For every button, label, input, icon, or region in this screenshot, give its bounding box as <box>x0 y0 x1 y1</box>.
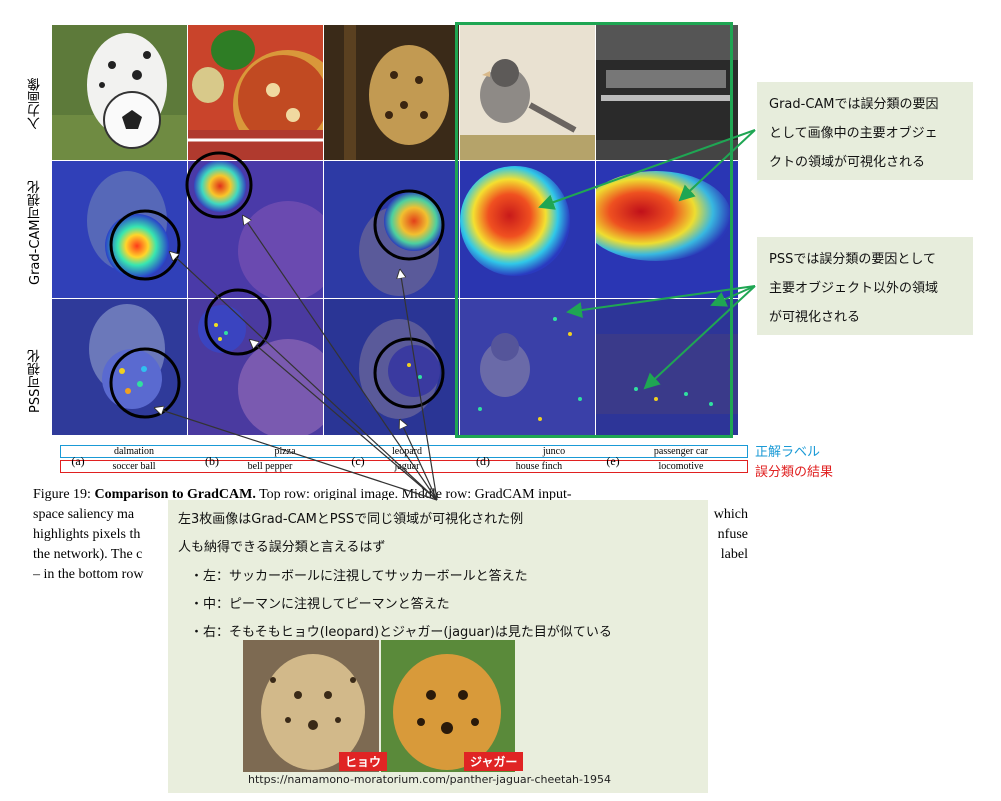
caption-line3-right: nfuse <box>717 527 748 542</box>
row-label-input: 入力画像 <box>28 78 43 130</box>
true-label-a: dalmation <box>114 446 154 457</box>
caption-line3-left: highlights pixels th <box>33 527 141 542</box>
mis-label-d: house finch <box>515 461 563 472</box>
caption-line5-left: – in the bottom row <box>33 567 144 582</box>
letter-b: (b) <box>205 454 219 468</box>
legend-misclassified: 誤分類の結果 <box>755 465 834 480</box>
note-gradcam: Grad-CAMでは誤分類の要因 として画像中の主要オブジェ クトの領域が可視化… <box>757 82 973 180</box>
caption-line4-right: label <box>720 547 748 562</box>
true-label-d: junco <box>542 446 566 457</box>
true-label-e: passenger car <box>653 446 709 457</box>
note-gradcam-line1: Grad-CAMでは誤分類の要因 <box>769 97 939 112</box>
legend-true-label: 正解ラベル <box>755 445 821 460</box>
note-pss-line2: 主要オブジェクト以外の領域 <box>769 281 939 296</box>
mis-label-b: bell pepper <box>247 461 293 472</box>
row-label-pss: PSS可視化 <box>28 349 43 413</box>
explanation-line5: ・右：そもそもヒョウ(leopard)とジャガー(jaguar)は見た目が似てい… <box>190 625 612 640</box>
explanation-line2: 人も納得できる誤分類と言えるはず <box>178 540 386 555</box>
note-pss: PSSでは誤分類の要因として 主要オブジェクト以外の領域 が可視化される <box>757 237 973 335</box>
mis-label-a: soccer ball <box>112 461 156 472</box>
caption-line2-left: space saliency ma <box>33 507 135 522</box>
caption-figure-label: Figure 19: <box>33 487 95 502</box>
note-pss-line3: が可視化される <box>769 310 861 325</box>
true-label-row: dalmation pizza leopard junco passenger … <box>60 445 748 458</box>
caption-line4-left: the network). The c <box>33 547 143 562</box>
tag-leopard: ヒョウ <box>339 752 388 771</box>
true-label-b: pizza <box>274 446 296 457</box>
note-gradcam-line2: として画像中の主要オブジェ <box>769 126 938 141</box>
letter-a: (a) <box>71 454 85 468</box>
caption-line2-right: which <box>713 507 748 522</box>
row-label-gradcam: Grad-CAM可視化 <box>28 180 43 285</box>
tag-jaguar: ジャガー <box>464 752 524 771</box>
true-label-c: leopard <box>392 446 422 457</box>
note-pss-line1: PSSでは誤分類の要因として <box>769 252 936 267</box>
mis-label-c: jaguar <box>394 461 420 472</box>
source-url: https://namamono-moratorium.com/panther-… <box>248 773 611 786</box>
explanation-line1: 左3枚画像はGrad-CAMとPSSで同じ領域が可視化された例 <box>178 512 524 527</box>
note-gradcam-line3: クトの領域が可視化される <box>769 155 926 170</box>
letter-e: (e) <box>606 454 620 468</box>
explanation-line3: ・左：サッカーボールに注視してサッカーボールと答えた <box>190 569 528 584</box>
explanation-line4: ・中：ピーマンに注視してピーマンと答えた <box>190 597 450 612</box>
mis-label-e: locomotive <box>658 461 704 472</box>
misclassification-group-box <box>455 22 733 438</box>
misclassified-row: soccer ball bell pepper jaguar house fin… <box>60 460 748 473</box>
letter-d: (d) <box>476 454 490 468</box>
letter-c: (c) <box>351 454 365 468</box>
